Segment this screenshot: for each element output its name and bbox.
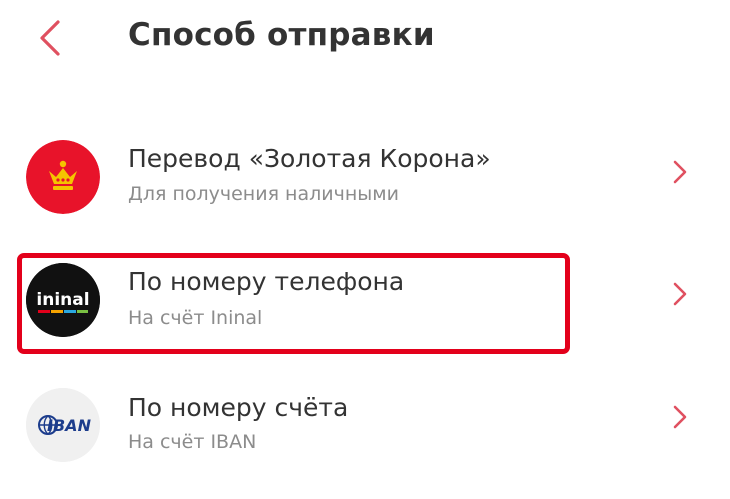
chevron-right-icon (670, 280, 690, 308)
method-subtitle: На счёт IBAN (128, 431, 257, 453)
ininal-logo: ininal (26, 263, 100, 337)
iban-logo-text: IBAN (47, 416, 92, 435)
method-title: Перевод «Золотая Корона» (128, 144, 491, 173)
method-subtitle: На счёт Ininal (128, 307, 263, 329)
iban-logo: IBAN (26, 388, 100, 462)
zolotaya-korona-logo (26, 140, 100, 214)
method-item-account-iban[interactable]: IBAN По номеру счёта На счёт IBAN (0, 372, 730, 482)
method-subtitle: Для получения наличными (128, 183, 399, 205)
chevron-right-icon (670, 403, 690, 431)
chevron-left-icon (40, 20, 60, 56)
back-button[interactable] (34, 18, 70, 58)
chevron-right-icon (670, 158, 690, 186)
ininal-logo-text: ininal (36, 290, 89, 310)
method-title: По номеру счёта (128, 393, 349, 422)
method-item-zolotaya-korona[interactable]: Перевод «Золотая Корона» Для получения н… (0, 122, 730, 232)
page-title: Способ отправки (128, 17, 435, 53)
crown-icon (26, 140, 100, 214)
method-title: По номеру телефона (128, 267, 405, 296)
method-item-phone-ininal[interactable]: ininal По номеру телефона На счёт Ininal (0, 246, 730, 356)
header: Способ отправки (0, 0, 730, 80)
